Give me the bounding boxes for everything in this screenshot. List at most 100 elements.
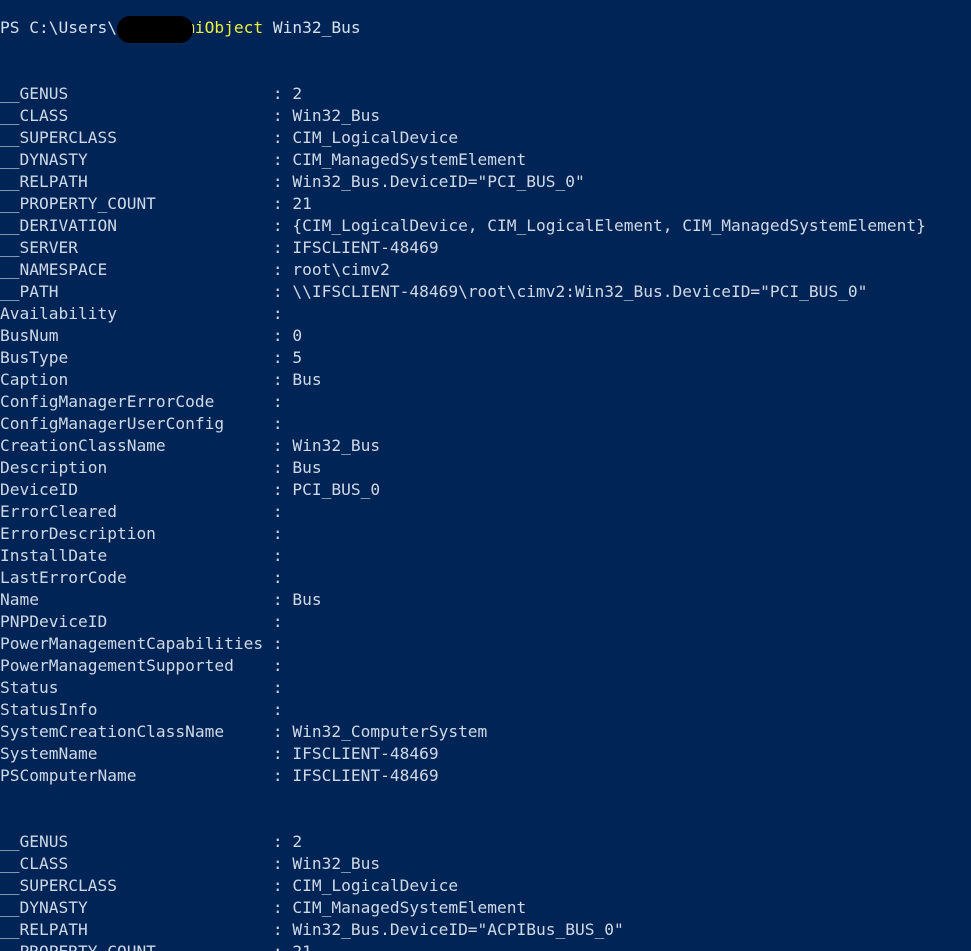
property-name: __NAMESPACE bbox=[0, 260, 108, 279]
property-line: CreationClassName : Win32_Bus bbox=[0, 435, 971, 457]
prompt-line: PS C:\Users\ Get-WmiObject Win32_Bus bbox=[0, 16, 971, 43]
property-name: __PROPERTY_COUNT bbox=[0, 942, 156, 951]
property-separator: : bbox=[116, 876, 283, 895]
property-separator: : bbox=[107, 458, 283, 477]
property-separator: : bbox=[116, 304, 283, 323]
property-value: {CIM_LogicalDevice, CIM_LogicalElement, … bbox=[282, 216, 926, 235]
property-name: Description bbox=[0, 458, 108, 477]
property-line: BusNum : 0 bbox=[0, 325, 971, 347]
property-name: DeviceID bbox=[0, 480, 78, 499]
property-line: __RELPATH : Win32_Bus.DeviceID="PCI_BUS_… bbox=[0, 171, 971, 193]
property-name: Status bbox=[0, 678, 59, 697]
property-line: PowerManagementCapabilities : bbox=[0, 633, 971, 655]
command-space bbox=[263, 18, 273, 37]
property-separator: : bbox=[68, 854, 283, 873]
property-separator: : bbox=[107, 260, 283, 279]
property-name: __GENUS bbox=[0, 84, 69, 103]
property-separator: : bbox=[97, 700, 283, 719]
property-value: Win32_Bus.DeviceID="ACPIBus_BUS_0" bbox=[282, 920, 624, 939]
property-name: BusType bbox=[0, 348, 69, 367]
property-name: ConfigManagerUserConfig bbox=[0, 414, 225, 433]
property-line: Availability : bbox=[0, 303, 971, 325]
property-name: ErrorDescription bbox=[0, 524, 156, 543]
redacted-username-box bbox=[117, 16, 193, 43]
property-separator: : bbox=[38, 590, 283, 609]
property-line: __SERVER : IFSCLIENT-48469 bbox=[0, 237, 971, 259]
property-name: ConfigManagerErrorCode bbox=[0, 392, 215, 411]
property-name: Caption bbox=[0, 370, 69, 389]
property-line: ErrorDescription : bbox=[0, 523, 971, 545]
property-line: InstallDate : bbox=[0, 545, 971, 567]
property-value: Bus bbox=[282, 370, 322, 389]
property-line: ConfigManagerUserConfig : bbox=[0, 413, 971, 435]
property-value: IFSCLIENT-48469 bbox=[282, 238, 439, 257]
property-name: __SERVER bbox=[0, 238, 78, 257]
property-value: CIM_ManagedSystemElement bbox=[282, 898, 527, 917]
property-name: __DYNASTY bbox=[0, 898, 88, 917]
property-line: __CLASS : Win32_Bus bbox=[0, 105, 971, 127]
command-argument: Win32_Bus bbox=[272, 18, 361, 37]
property-separator: : bbox=[116, 128, 283, 147]
property-separator: : bbox=[126, 568, 283, 587]
property-separator: : bbox=[116, 216, 283, 235]
property-value: Win32_Bus.DeviceID="PCI_BUS_0" bbox=[282, 172, 585, 191]
property-value: Win32_Bus bbox=[282, 436, 381, 455]
property-value: Win32_ComputerSystem bbox=[282, 722, 488, 741]
console-screen: PS C:\Users\ Get-WmiObject Win32_Bus __G… bbox=[0, 0, 971, 951]
property-name: BusNum bbox=[0, 326, 59, 345]
property-name: Name bbox=[0, 590, 39, 609]
property-name: SystemName bbox=[0, 744, 98, 763]
property-name: PowerManagementSupported bbox=[0, 656, 234, 675]
property-name: __RELPATH bbox=[0, 172, 88, 191]
property-line: __CLASS : Win32_Bus bbox=[0, 853, 971, 875]
property-separator: : bbox=[68, 370, 283, 389]
property-line: Status : bbox=[0, 677, 971, 699]
property-name: __CLASS bbox=[0, 854, 69, 873]
property-line: __NAMESPACE : root\cimv2 bbox=[0, 259, 971, 281]
property-separator: : bbox=[68, 84, 283, 103]
property-value: Bus bbox=[282, 590, 322, 609]
property-value: Win32_Bus bbox=[282, 854, 381, 873]
property-name: __GENUS bbox=[0, 832, 69, 851]
property-line: __PATH : \\IFSCLIENT-48469\root\cimv2:Wi… bbox=[0, 281, 971, 303]
property-line: __PROPERTY_COUNT : 21 bbox=[0, 193, 971, 215]
property-separator: : bbox=[58, 678, 283, 697]
property-value: \\IFSCLIENT-48469\root\cimv2:Win32_Bus.D… bbox=[282, 282, 868, 301]
property-line: __PROPERTY_COUNT : 21 bbox=[0, 941, 971, 951]
property-value: 2 bbox=[282, 84, 303, 103]
property-name: __RELPATH bbox=[0, 920, 88, 939]
property-line: LastErrorCode : bbox=[0, 567, 971, 589]
powershell-console[interactable]: PS C:\Users\ Get-WmiObject Win32_Bus __G… bbox=[0, 0, 971, 951]
property-line: __GENUS : 2 bbox=[0, 831, 971, 853]
property-line: SystemCreationClassName : Win32_Computer… bbox=[0, 721, 971, 743]
property-line: __DERIVATION : {CIM_LogicalDevice, CIM_L… bbox=[0, 215, 971, 237]
property-name: PowerManagementCapabilities bbox=[0, 634, 264, 653]
property-line: Name : Bus bbox=[0, 589, 971, 611]
property-separator: : bbox=[263, 634, 283, 653]
property-separator: : bbox=[233, 656, 283, 675]
property-name: ErrorCleared bbox=[0, 502, 117, 521]
property-line: Caption : Bus bbox=[0, 369, 971, 391]
property-value: 21 bbox=[282, 194, 312, 213]
property-separator: : bbox=[214, 392, 283, 411]
property-name: PSComputerName bbox=[0, 766, 137, 785]
property-separator: : bbox=[87, 150, 283, 169]
property-value: CIM_LogicalDevice bbox=[282, 876, 459, 895]
property-separator: : bbox=[87, 898, 283, 917]
property-line: __RELPATH : Win32_Bus.DeviceID="ACPIBus_… bbox=[0, 919, 971, 941]
property-line: BusType : 5 bbox=[0, 347, 971, 369]
property-separator: : bbox=[136, 766, 283, 785]
property-line: Description : Bus bbox=[0, 457, 971, 479]
property-name: InstallDate bbox=[0, 546, 108, 565]
property-name: StatusInfo bbox=[0, 700, 98, 719]
property-value: 21 bbox=[283, 942, 312, 951]
property-name: __DERIVATION bbox=[0, 216, 117, 235]
property-value: 2 bbox=[282, 832, 303, 851]
property-name: __PROPERTY_COUNT bbox=[0, 194, 156, 213]
property-separator: : bbox=[224, 414, 283, 433]
property-separator: : bbox=[116, 502, 283, 521]
property-name: PNPDeviceID bbox=[0, 612, 108, 631]
